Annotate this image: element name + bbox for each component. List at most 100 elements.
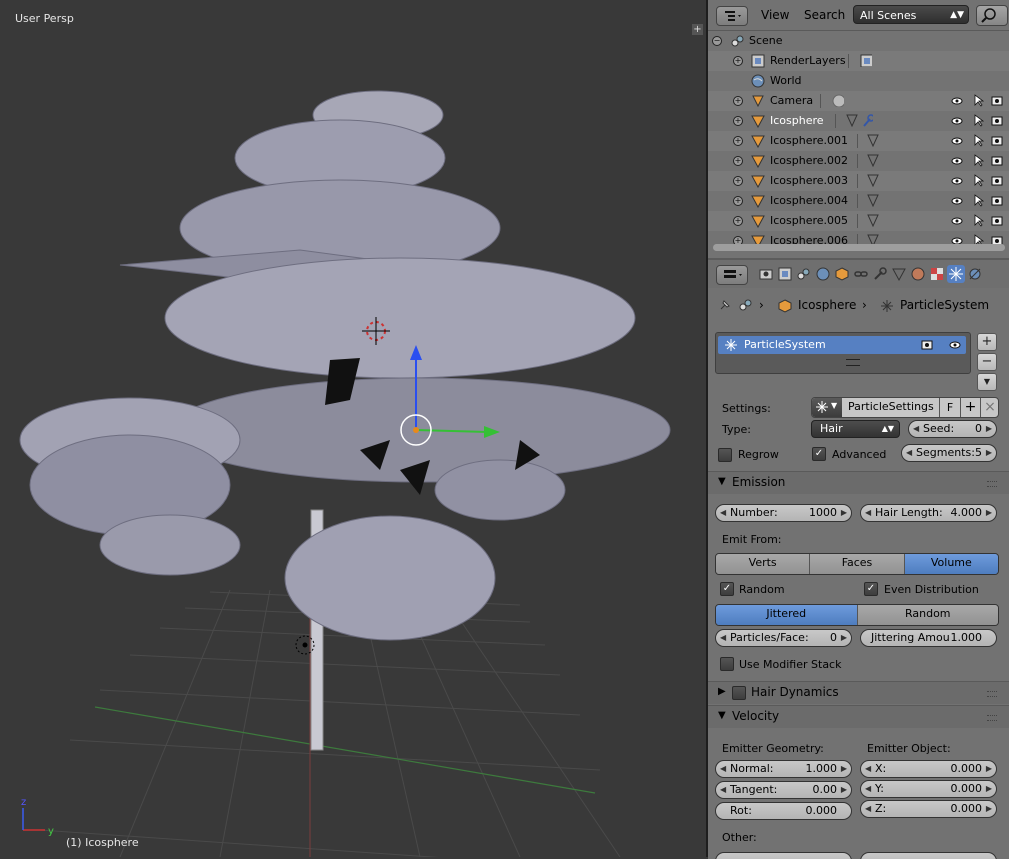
distribution-random[interactable]: Random [857, 605, 998, 625]
outliner-row-scene[interactable]: − Scene [708, 31, 1009, 51]
panel-grip-icon[interactable] [987, 715, 997, 721]
decrement-arrow-icon[interactable]: ◀ [720, 782, 726, 798]
hair-dynamics-checkbox[interactable] [732, 686, 746, 700]
pin-icon[interactable] [718, 298, 732, 312]
type-dropdown[interactable]: Hair ▲▼ [811, 420, 900, 438]
properties-editor-type-button[interactable] [716, 265, 748, 285]
add-particle-system-button[interactable]: + [977, 333, 997, 351]
hair-dynamics-panel-header[interactable]: ▶ Hair Dynamics [708, 681, 1009, 704]
visibility-eye-icon[interactable] [951, 155, 963, 167]
modifiers-tab-icon[interactable] [871, 265, 889, 283]
new-settings-button[interactable]: + [960, 398, 980, 417]
selectability-arrow-icon[interactable] [974, 94, 984, 107]
decrement-arrow-icon[interactable]: ◀ [720, 630, 726, 646]
increment-arrow-icon[interactable]: ▶ [841, 761, 847, 777]
emitter-y-field[interactable]: ◀ Y: 0.000 ▶ [860, 780, 997, 798]
viewport-scene[interactable]: y z [0, 0, 706, 857]
number-field[interactable]: ◀ Number: 1000 ▶ [715, 504, 852, 522]
render-camera-icon[interactable] [991, 115, 1003, 126]
increment-arrow-icon[interactable]: ▶ [986, 801, 992, 817]
selectability-arrow-icon[interactable] [974, 154, 984, 167]
texture-tab-icon[interactable] [928, 265, 946, 283]
emission-panel-header[interactable]: ▼ Emission [708, 471, 1009, 494]
decrement-arrow-icon[interactable]: ◀ [720, 761, 726, 777]
object-tab-icon[interactable] [833, 265, 851, 283]
outliner-row-world[interactable]: World [708, 71, 1009, 91]
selectability-arrow-icon[interactable] [974, 214, 984, 227]
menu-search[interactable]: Search [804, 8, 845, 22]
selectability-arrow-icon[interactable] [974, 114, 984, 127]
physics-tab-icon[interactable] [966, 265, 984, 283]
render-tab-icon[interactable] [757, 265, 775, 283]
expand-icon[interactable]: + [733, 136, 743, 146]
emit-from-volume[interactable]: Volume [904, 554, 998, 574]
material-tab-icon[interactable] [909, 265, 927, 283]
random-checkbox[interactable]: ✓ [720, 582, 734, 596]
decrement-arrow-icon[interactable]: ◀ [906, 445, 912, 461]
increment-arrow-icon[interactable]: ▶ [986, 421, 992, 437]
specials-menu-button[interactable]: ▼ [977, 373, 997, 391]
hair-length-field[interactable]: ◀ Hair Length: 4.000 ▶ [860, 504, 997, 522]
increment-arrow-icon[interactable]: ▶ [841, 505, 847, 521]
emit-from-faces[interactable]: Faces [810, 554, 905, 574]
use-modifier-stack-checkbox[interactable] [720, 657, 734, 671]
unlink-settings-button[interactable]: × [980, 398, 998, 417]
outliner-row-icosphere[interactable]: + Icosphere [708, 111, 1009, 131]
render-camera-icon[interactable] [991, 155, 1003, 166]
increment-arrow-icon[interactable]: ▶ [841, 782, 847, 798]
expand-icon[interactable]: + [733, 56, 743, 66]
increment-arrow-icon[interactable]: ▶ [986, 445, 992, 461]
velocity-panel-header[interactable]: ▼ Velocity [708, 705, 1009, 728]
particles-tab-icon[interactable] [947, 265, 965, 283]
selectability-arrow-icon[interactable] [974, 174, 984, 187]
decrement-arrow-icon[interactable]: ◀ [865, 801, 871, 817]
menu-view[interactable]: View [761, 8, 789, 22]
emit-from-verts[interactable]: Verts [716, 554, 811, 574]
rot-field[interactable]: Rot: 0.000 [715, 802, 852, 820]
normal-field[interactable]: ◀ Normal: 1.000 ▶ [715, 760, 852, 778]
outliner-row-icosphere-005[interactable]: + Icosphere.005 [708, 211, 1009, 231]
expand-icon[interactable]: + [733, 156, 743, 166]
visibility-eye-icon[interactable] [951, 95, 963, 107]
outliner-row-icosphere-002[interactable]: + Icosphere.002 [708, 151, 1009, 171]
outliner-row-renderlayers[interactable]: + RenderLayers [708, 51, 1009, 71]
visibility-eye-icon[interactable] [951, 195, 963, 207]
distribution-jittered[interactable]: Jittered [716, 605, 858, 625]
increment-arrow-icon[interactable]: ▶ [841, 630, 847, 646]
advanced-checkbox[interactable]: ✓ [812, 447, 826, 461]
increment-arrow-icon[interactable]: ▶ [986, 761, 992, 777]
scene-filter-dropdown[interactable]: All Scenes ▲▼ [853, 5, 969, 24]
expand-icon[interactable]: + [733, 116, 743, 126]
other-left-field[interactable] [715, 852, 852, 859]
particle-settings-name[interactable]: ParticleSettings [848, 400, 934, 413]
particles-face-field[interactable]: ◀ Particles/Face: 0 ▶ [715, 629, 852, 647]
particle-settings-browse-button[interactable]: ▼ [812, 398, 842, 417]
even-distribution-checkbox[interactable]: ✓ [864, 582, 878, 596]
regrow-checkbox[interactable] [718, 448, 732, 462]
render-camera-icon[interactable] [991, 135, 1003, 146]
render-layers-tab-icon[interactable] [776, 265, 794, 283]
world-tab-icon[interactable] [814, 265, 832, 283]
render-camera-icon[interactable] [991, 215, 1003, 226]
viewport-toggle-eye-icon[interactable] [949, 339, 961, 351]
list-resize-grip[interactable] [846, 359, 860, 366]
increment-arrow-icon[interactable]: ▶ [986, 781, 992, 797]
outliner-scrollbar[interactable] [713, 244, 1005, 251]
constraints-tab-icon[interactable] [852, 265, 870, 283]
outliner-search-button[interactable] [976, 5, 1008, 26]
3d-viewport[interactable]: y z User Persp (1) Icosphere + [0, 0, 706, 857]
decrement-arrow-icon[interactable]: ◀ [865, 505, 871, 521]
collapse-icon[interactable]: − [712, 36, 722, 46]
render-camera-icon[interactable] [991, 175, 1003, 186]
outliner-row-icosphere-004[interactable]: + Icosphere.004 [708, 191, 1009, 211]
decrement-arrow-icon[interactable]: ◀ [720, 505, 726, 521]
visibility-eye-icon[interactable] [951, 215, 963, 227]
fake-user-button[interactable]: F [939, 398, 960, 417]
other-right-field[interactable] [860, 852, 997, 859]
selectability-arrow-icon[interactable] [974, 194, 984, 207]
expand-icon[interactable]: + [733, 176, 743, 186]
panel-grip-icon[interactable] [987, 481, 997, 487]
expand-icon[interactable]: + [733, 196, 743, 206]
visibility-eye-icon[interactable] [951, 115, 963, 127]
decrement-arrow-icon[interactable]: ◀ [865, 761, 871, 777]
